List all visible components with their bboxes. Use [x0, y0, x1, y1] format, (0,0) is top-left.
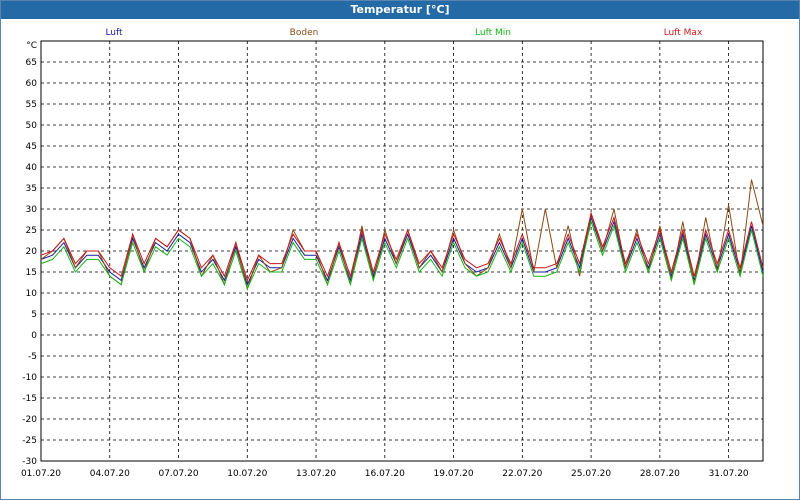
x-tick-label: 28.07.20 — [640, 469, 680, 479]
x-tick-label: 25.07.20 — [571, 469, 611, 479]
y-tick-label: 20 — [26, 247, 38, 257]
y-tick-label: 40 — [26, 163, 38, 173]
y-tick-label: -30 — [22, 457, 37, 467]
legend-entry: Boden — [290, 28, 319, 38]
y-tick-label: -20 — [22, 415, 37, 425]
x-tick-label: 01.07.20 — [21, 469, 61, 479]
x-tick-label: 04.07.20 — [90, 469, 130, 479]
x-tick-label: 22.07.20 — [502, 469, 542, 479]
y-tick-label: 25 — [26, 226, 37, 236]
legend-entry: Luft Min — [475, 28, 511, 38]
y-tick-label: 5 — [31, 310, 37, 320]
y-tick-label: 45 — [26, 142, 37, 152]
y-tick-label: 10 — [26, 289, 38, 299]
temperature-chart: -30 -25 -20 -15 -10 -5 0 5 10 15 20 25 30 35 40 45 50 55 6… — [21, 28, 764, 479]
x-tick-label: 16.07.20 — [365, 469, 405, 479]
y-tick-label: 55 — [26, 100, 37, 110]
x-tick-label: 07.07.20 — [158, 469, 198, 479]
y-tick-label: 65 — [26, 58, 37, 68]
y-tick-label: -15 — [22, 394, 37, 404]
legend-entry: Luft — [105, 28, 123, 38]
y-tick-label: 50 — [26, 121, 38, 131]
y-tick-label: 30 — [26, 205, 38, 215]
legend-entry: Luft Max — [664, 28, 703, 38]
y-tick-label: -10 — [22, 373, 37, 383]
y-tick-label: -25 — [22, 436, 37, 446]
y-axis-unit-label: °C — [26, 41, 37, 51]
chart-window: Temperatur [°C] -30 -25 -20 -15 -10 -5 0 5 10 15 2… — [0, 0, 800, 500]
x-tick-label: 13.07.20 — [296, 469, 336, 479]
y-tick-label: 0 — [31, 331, 37, 341]
y-tick-label: 35 — [26, 184, 37, 194]
x-tick-label: 10.07.20 — [227, 469, 267, 479]
y-tick-label: -5 — [28, 352, 37, 362]
y-tick-label: 15 — [26, 268, 37, 278]
x-tick-label: 19.07.20 — [434, 469, 474, 479]
y-tick-label: 60 — [26, 79, 38, 89]
x-tick-label: 31.07.20 — [709, 469, 749, 479]
